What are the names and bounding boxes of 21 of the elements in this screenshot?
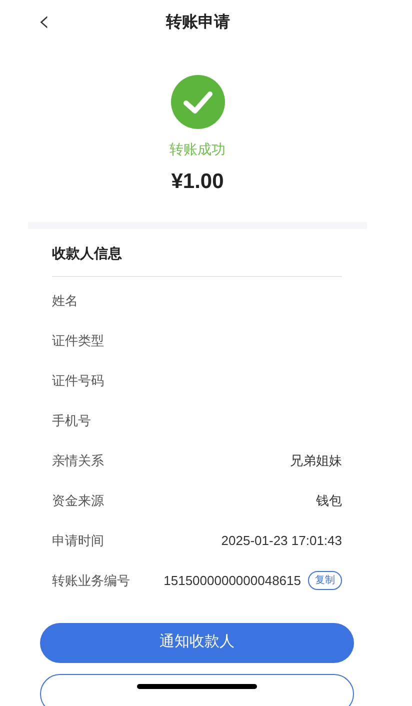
- page-title: 转账申请: [166, 12, 230, 32]
- back-button[interactable]: ‹: [38, 8, 50, 36]
- amount-text: ¥1.00: [171, 169, 224, 195]
- notify-button[interactable]: 通知收款人: [40, 622, 354, 662]
- field-value: 钱包: [316, 492, 342, 510]
- secondary-button[interactable]: [40, 674, 354, 706]
- field-label: 转账业务编号: [52, 572, 130, 590]
- field-label: 申请时间: [52, 532, 104, 550]
- field-value: 2025-01-23 17:01:43: [221, 532, 342, 550]
- field-label: 亲情关系: [52, 452, 104, 470]
- success-check-icon: [170, 75, 224, 129]
- field-label: 手机号: [52, 412, 91, 430]
- field-value: 1515000000000048615: [164, 572, 301, 590]
- copy-button[interactable]: 复制: [308, 571, 342, 590]
- field-label: 姓名: [52, 292, 78, 310]
- field-label: 资金来源: [52, 492, 104, 510]
- field-value: 兄弟姐妹: [290, 452, 342, 470]
- status-text: 转账成功: [170, 140, 226, 159]
- field-label: 证件号码: [52, 372, 104, 390]
- section-title: 收款人信息: [52, 228, 342, 276]
- field-label: 证件类型: [52, 332, 104, 350]
